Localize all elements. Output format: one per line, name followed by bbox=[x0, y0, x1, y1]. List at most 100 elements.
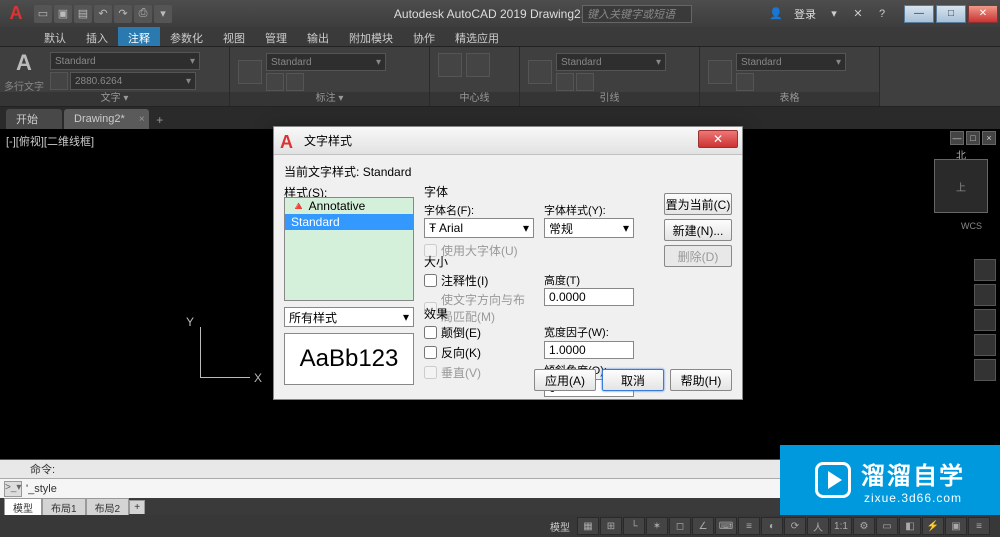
signin-link[interactable]: 登录 bbox=[790, 6, 820, 22]
dim-tool-icon[interactable] bbox=[266, 73, 284, 91]
sb-anno-icon[interactable]: 人 bbox=[807, 517, 829, 535]
layout-add-button[interactable]: + bbox=[129, 500, 145, 514]
viewport-min-icon[interactable]: — bbox=[950, 131, 964, 145]
font-name-dropdown[interactable]: Ŧ Arial▾ bbox=[424, 218, 534, 238]
nav-zoom-icon[interactable] bbox=[974, 309, 996, 331]
qat-open-icon[interactable]: ▣ bbox=[54, 5, 72, 23]
height-input[interactable]: 0.0000 bbox=[544, 288, 634, 306]
tab-output[interactable]: 输出 bbox=[297, 27, 339, 46]
leader-rm-icon[interactable] bbox=[576, 73, 594, 91]
leader-style-dropdown[interactable]: Standard▾ bbox=[556, 53, 666, 71]
tab-insert[interactable]: 插入 bbox=[76, 27, 118, 46]
sb-isolate-icon[interactable]: ◧ bbox=[899, 517, 921, 535]
panel-table-label[interactable]: 表格 bbox=[700, 92, 879, 106]
width-factor-input[interactable]: 1.0000 bbox=[544, 341, 634, 359]
nav-showmotion-icon[interactable] bbox=[974, 359, 996, 381]
dim-tool2-icon[interactable] bbox=[286, 73, 304, 91]
sb-dyn-icon[interactable]: ⌨ bbox=[715, 517, 737, 535]
table-tool-icon[interactable] bbox=[736, 73, 754, 91]
sb-monitor-icon[interactable]: ▭ bbox=[876, 517, 898, 535]
table-icon[interactable] bbox=[708, 60, 732, 84]
dim-style-dropdown[interactable]: Standard▾ bbox=[266, 53, 386, 71]
tab-addins[interactable]: 附加模块 bbox=[339, 27, 403, 46]
app-logo[interactable]: A bbox=[2, 3, 30, 25]
sb-grid-icon[interactable]: ▦ bbox=[577, 517, 599, 535]
sb-workspace-icon[interactable]: ⚙ bbox=[853, 517, 875, 535]
panel-text-label[interactable]: 文字 ▾ bbox=[0, 92, 229, 106]
panel-center-label[interactable]: 中心线 bbox=[430, 92, 519, 106]
text-style-dropdown[interactable]: Standard▾ bbox=[50, 52, 200, 70]
tab-featured[interactable]: 精选应用 bbox=[445, 27, 509, 46]
style-filter-dropdown[interactable]: 所有样式▾ bbox=[284, 307, 414, 327]
command-prompt-icon[interactable]: >_▾ bbox=[4, 481, 22, 497]
search-input[interactable]: 键入关键字或短语 bbox=[582, 5, 692, 23]
close-button[interactable]: ✕ bbox=[968, 5, 998, 23]
user-icon[interactable]: 👤 bbox=[766, 5, 786, 23]
qat-more-icon[interactable]: ▾ bbox=[154, 5, 172, 23]
dialog-close-button[interactable]: ✕ bbox=[698, 130, 738, 148]
add-tab-button[interactable]: + bbox=[151, 111, 169, 129]
close-tab-icon[interactable]: × bbox=[139, 114, 145, 125]
qat-save-icon[interactable]: ▤ bbox=[74, 5, 92, 23]
doc-tab-drawing2[interactable]: Drawing2*× bbox=[64, 109, 149, 129]
tab-collab[interactable]: 协作 bbox=[403, 27, 445, 46]
font-style-dropdown[interactable]: 常规▾ bbox=[544, 218, 634, 238]
dialog-titlebar[interactable]: A 文字样式 ✕ bbox=[274, 127, 742, 155]
cancel-button[interactable]: 取消 bbox=[602, 369, 664, 391]
layout-tab-2[interactable]: 布局2 bbox=[86, 498, 130, 516]
sb-cycle-icon[interactable]: ⟳ bbox=[784, 517, 806, 535]
sb-scale-icon[interactable]: 1:1 bbox=[830, 517, 852, 535]
sb-custom-icon[interactable]: ≡ bbox=[968, 517, 990, 535]
sb-lwt-icon[interactable]: ≡ bbox=[738, 517, 760, 535]
qat-redo-icon[interactable]: ↷ bbox=[114, 5, 132, 23]
mtext-button[interactable]: A 多行文字 bbox=[4, 49, 44, 93]
centerline-icon[interactable] bbox=[438, 53, 462, 77]
text-height-icon[interactable] bbox=[50, 72, 68, 90]
sb-hardware-icon[interactable]: ⚡ bbox=[922, 517, 944, 535]
nav-orbit-icon[interactable] bbox=[974, 334, 996, 356]
viewport-label[interactable]: [-][俯视][二维线框] bbox=[6, 133, 94, 149]
upside-down-checkbox[interactable]: 颠倒(E) bbox=[424, 324, 534, 341]
apply-button[interactable]: 应用(A) bbox=[534, 369, 596, 391]
styles-listbox[interactable]: 🔺 Annotative Standard bbox=[284, 197, 414, 301]
nav-pan-icon[interactable] bbox=[974, 284, 996, 306]
nav-wheel-icon[interactable] bbox=[974, 259, 996, 281]
tab-parametric[interactable]: 参数化 bbox=[160, 27, 213, 46]
annotative-checkbox[interactable]: 注释性(I) bbox=[424, 272, 534, 289]
tab-annotate[interactable]: 注释 bbox=[118, 27, 160, 46]
qat-new-icon[interactable]: ▭ bbox=[34, 5, 52, 23]
sb-clean-icon[interactable]: ▣ bbox=[945, 517, 967, 535]
maximize-button[interactable]: □ bbox=[936, 5, 966, 23]
doc-tab-start[interactable]: 开始 bbox=[6, 109, 62, 129]
sb-transparency-icon[interactable]: ◐ bbox=[761, 517, 783, 535]
layout-tab-1[interactable]: 布局1 bbox=[42, 498, 86, 516]
dimension-icon[interactable] bbox=[238, 60, 262, 84]
minimize-button[interactable]: — bbox=[904, 5, 934, 23]
panel-leader-label[interactable]: 引线 bbox=[520, 92, 699, 106]
help-button[interactable]: 帮助(H) bbox=[670, 369, 732, 391]
layout-tab-model[interactable]: 模型 bbox=[4, 498, 42, 516]
style-item-annotative[interactable]: 🔺 Annotative bbox=[285, 198, 413, 214]
sb-snap-icon[interactable]: ⊞ bbox=[600, 517, 622, 535]
centermark-icon[interactable] bbox=[466, 53, 490, 77]
text-height-field[interactable]: 2880.6264▾ bbox=[70, 72, 196, 90]
sb-osnap-icon[interactable]: ◻ bbox=[669, 517, 691, 535]
tab-view[interactable]: 视图 bbox=[213, 27, 255, 46]
panel-dim-label[interactable]: 标注 ▾ bbox=[230, 92, 429, 106]
style-item-standard[interactable]: Standard bbox=[285, 214, 413, 230]
exchange-icon[interactable]: ✕ bbox=[848, 5, 868, 23]
status-model-label[interactable]: 模型 bbox=[544, 519, 576, 534]
viewport-max-icon[interactable]: □ bbox=[966, 131, 980, 145]
sb-polar-icon[interactable]: ✶ bbox=[646, 517, 668, 535]
dropdown-icon[interactable]: ▾ bbox=[824, 5, 844, 23]
wcs-label[interactable]: WCS bbox=[961, 221, 982, 231]
view-cube[interactable]: 上 bbox=[934, 159, 988, 213]
tab-manage[interactable]: 管理 bbox=[255, 27, 297, 46]
backwards-checkbox[interactable]: 反向(K) bbox=[424, 344, 534, 361]
tab-default[interactable]: 默认 bbox=[34, 27, 76, 46]
sb-ortho-icon[interactable]: └ bbox=[623, 517, 645, 535]
qat-print-icon[interactable]: ⎙ bbox=[134, 5, 152, 23]
help-icon[interactable]: ? bbox=[872, 5, 892, 23]
viewport-close-icon[interactable]: × bbox=[982, 131, 996, 145]
set-current-button[interactable]: 置为当前(C) bbox=[664, 193, 732, 215]
